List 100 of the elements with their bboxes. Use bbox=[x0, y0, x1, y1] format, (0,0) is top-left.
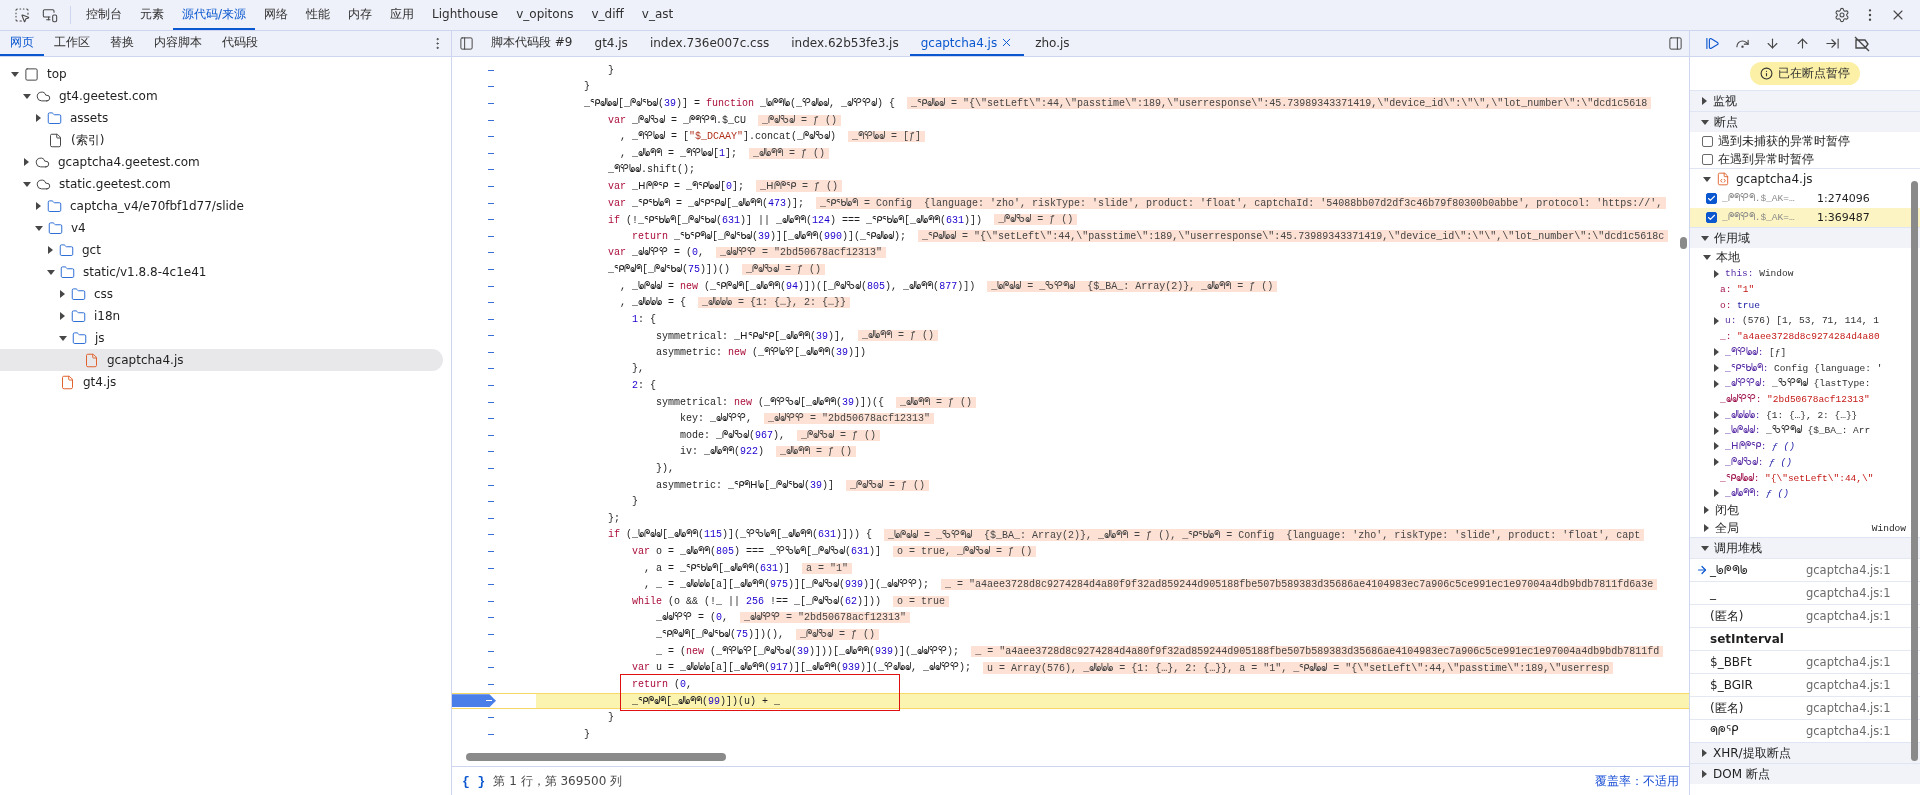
sidebar-toggle-icon[interactable] bbox=[458, 36, 474, 51]
caret-icon[interactable] bbox=[36, 202, 41, 210]
device-icon[interactable] bbox=[42, 7, 58, 23]
caret-icon[interactable] bbox=[1703, 176, 1711, 182]
caret-icon[interactable] bbox=[1701, 235, 1709, 241]
breakpoint-item[interactable]: _ᖘᖗᕿᖗ.$_AK=… 1:369487 bbox=[1690, 208, 1920, 227]
section-header[interactable]: 监视 bbox=[1690, 90, 1920, 111]
tree-item[interactable]: assets bbox=[0, 107, 443, 129]
caret-icon[interactable] bbox=[59, 335, 67, 341]
scope-variable[interactable]: _ᖗᕿᖚᖙ: [ƒ] bbox=[1725, 346, 1787, 358]
section-header[interactable]: 作用域 bbox=[1690, 227, 1920, 248]
checkbox[interactable] bbox=[1702, 153, 1713, 165]
sidebar-tab[interactable]: 内容脚本 bbox=[144, 31, 212, 56]
checkbox[interactable] bbox=[1706, 193, 1717, 204]
file-tab[interactable]: gcaptcha4.js bbox=[909, 31, 1025, 56]
panel-tab[interactable]: v_ast bbox=[632, 0, 683, 30]
tree-item[interactable]: top bbox=[0, 63, 443, 85]
panel-tab[interactable]: 内存 bbox=[339, 0, 382, 30]
caret-icon[interactable] bbox=[48, 246, 53, 254]
section-header[interactable]: DOM 断点 bbox=[1690, 763, 1920, 785]
caret-icon[interactable] bbox=[24, 158, 29, 166]
file-tab[interactable]: zho.js bbox=[1024, 31, 1081, 56]
caret-icon[interactable] bbox=[60, 290, 65, 298]
caret-icon[interactable] bbox=[1714, 489, 1719, 498]
scope-group[interactable]: 本地 bbox=[1716, 248, 1740, 266]
tree-item[interactable]: (索引) bbox=[0, 129, 443, 151]
panel-tab[interactable]: 控制台 bbox=[77, 0, 131, 30]
caret-icon[interactable] bbox=[35, 225, 43, 231]
tree-item[interactable]: captcha_v4/e70fbf1d77/slide bbox=[0, 195, 443, 217]
tree-item[interactable]: js bbox=[0, 327, 443, 349]
panel-tab[interactable]: Lighthouse bbox=[423, 0, 508, 30]
caret-icon[interactable] bbox=[11, 71, 19, 77]
scrollbar[interactable] bbox=[466, 753, 726, 761]
deactivate-breakpoints-icon[interactable] bbox=[1854, 35, 1870, 52]
sidebar-tab[interactable]: 网页 bbox=[0, 31, 44, 56]
sidebar-tab[interactable]: 替换 bbox=[100, 31, 144, 56]
checkbox[interactable] bbox=[1706, 212, 1717, 223]
section-header[interactable]: 调用堆栈 bbox=[1690, 537, 1920, 559]
step-icon[interactable] bbox=[1824, 36, 1840, 51]
scrollbar[interactable] bbox=[1680, 237, 1687, 249]
caret-icon[interactable] bbox=[36, 114, 41, 122]
settings-icon[interactable] bbox=[1834, 7, 1850, 23]
step-into-icon[interactable] bbox=[1764, 36, 1780, 51]
sidebar-tab[interactable]: 代码段 bbox=[212, 31, 268, 56]
panel-tab[interactable]: 元素 bbox=[131, 0, 173, 30]
resume-icon[interactable] bbox=[1704, 36, 1720, 51]
tree-item[interactable]: gt4.js bbox=[0, 371, 443, 393]
scrollbar[interactable] bbox=[1911, 181, 1918, 761]
scope-variable[interactable]: _: "a4aee3728d8c9274284d4a80 bbox=[1720, 331, 1880, 343]
caret-icon[interactable] bbox=[1714, 316, 1719, 325]
scope-variable[interactable]: u: (576) [1, 53, 71, 114, 1 bbox=[1725, 315, 1879, 327]
coverage-link[interactable]: 覆盖率：不适用 bbox=[1595, 772, 1679, 790]
panel-tab[interactable]: v_opitons bbox=[507, 0, 583, 30]
caret-icon[interactable] bbox=[1703, 254, 1711, 260]
tree-item[interactable]: v4 bbox=[0, 217, 443, 239]
scope-variable[interactable]: _ᖘᖙᖃᖙ: ƒ () bbox=[1725, 456, 1792, 468]
inspect-icon[interactable] bbox=[14, 7, 30, 23]
tree-item[interactable]: static.geetest.com bbox=[0, 173, 443, 195]
caret-icon[interactable] bbox=[1702, 770, 1707, 779]
tree-item[interactable]: i18n bbox=[0, 305, 443, 327]
panel-toggle-icon[interactable] bbox=[1667, 36, 1683, 51]
breakpoint-marker[interactable] bbox=[452, 694, 496, 708]
caret-icon[interactable] bbox=[47, 269, 55, 275]
file-tab[interactable]: 脚本代码段 #9 bbox=[480, 31, 584, 56]
panel-tab[interactable]: 应用 bbox=[381, 0, 424, 30]
scope-group[interactable]: 闭包 bbox=[1715, 501, 1739, 519]
tree-item[interactable]: static/v1.8.8-4c1e41 bbox=[0, 261, 443, 283]
scope-variable[interactable]: _ᕿᖙᖚᖙ: "{\"setLeft\":44,\" bbox=[1720, 471, 1874, 484]
tree-item[interactable]: gt4.geetest.com bbox=[0, 85, 443, 107]
pretty-print-button[interactable]: { } bbox=[462, 773, 486, 789]
scope-variable[interactable]: _ᕼᖘᖘᕿ: ƒ () bbox=[1725, 440, 1795, 453]
caret-icon[interactable] bbox=[1701, 545, 1709, 551]
section-header[interactable]: 断点 bbox=[1690, 111, 1920, 132]
scope-variable[interactable]: _ᖚᖘᖙᖙ: _ᖃᕿᖗᖙ {$_BA_: Arr bbox=[1725, 425, 1871, 437]
tree-item[interactable]: css bbox=[0, 283, 443, 305]
scope-variable[interactable]: _ᖙᖙᕿᕿ: "2bd50678acf12313" bbox=[1720, 393, 1870, 405]
scope-group[interactable]: 全局 bbox=[1715, 519, 1739, 537]
panel-tab[interactable]: 性能 bbox=[297, 0, 340, 30]
caret-icon[interactable] bbox=[23, 93, 31, 99]
scope-variable[interactable]: _ᖙᖚᖚᖚ: {1: {…}, 2: {…}} bbox=[1725, 409, 1858, 421]
scope-variable[interactable]: o: true bbox=[1720, 299, 1760, 311]
section-header[interactable]: XHR/提取断点 bbox=[1690, 742, 1920, 764]
caret-icon[interactable] bbox=[1702, 97, 1707, 105]
file-tab[interactable]: gt4.js bbox=[583, 31, 639, 56]
tree-item[interactable]: gcaptcha4.js bbox=[0, 349, 443, 371]
panel-tab[interactable]: v_diff bbox=[582, 0, 633, 30]
caret-icon[interactable] bbox=[1701, 119, 1709, 125]
file-tab[interactable]: index.62b53fe3.js bbox=[780, 31, 910, 56]
caret-icon[interactable] bbox=[1702, 749, 1707, 758]
caret-icon[interactable] bbox=[23, 181, 31, 187]
tree-item[interactable]: gct bbox=[0, 239, 443, 261]
caret-icon[interactable] bbox=[1704, 506, 1709, 515]
file-tab[interactable]: index.736e007c.css bbox=[638, 31, 781, 56]
caret-icon[interactable] bbox=[1714, 269, 1719, 278]
caret-icon[interactable] bbox=[1704, 524, 1709, 533]
scope-variable[interactable]: _ᖙᕿᕿᖙ: _ᖃᕿᖗᖙ {lastType: bbox=[1725, 378, 1871, 390]
tree-item[interactable]: gcaptcha4.geetest.com bbox=[0, 151, 443, 173]
scope-variable[interactable]: a: "1" bbox=[1720, 284, 1755, 296]
panel-tab[interactable]: 网络 bbox=[255, 0, 298, 30]
checkbox[interactable] bbox=[1702, 135, 1713, 147]
